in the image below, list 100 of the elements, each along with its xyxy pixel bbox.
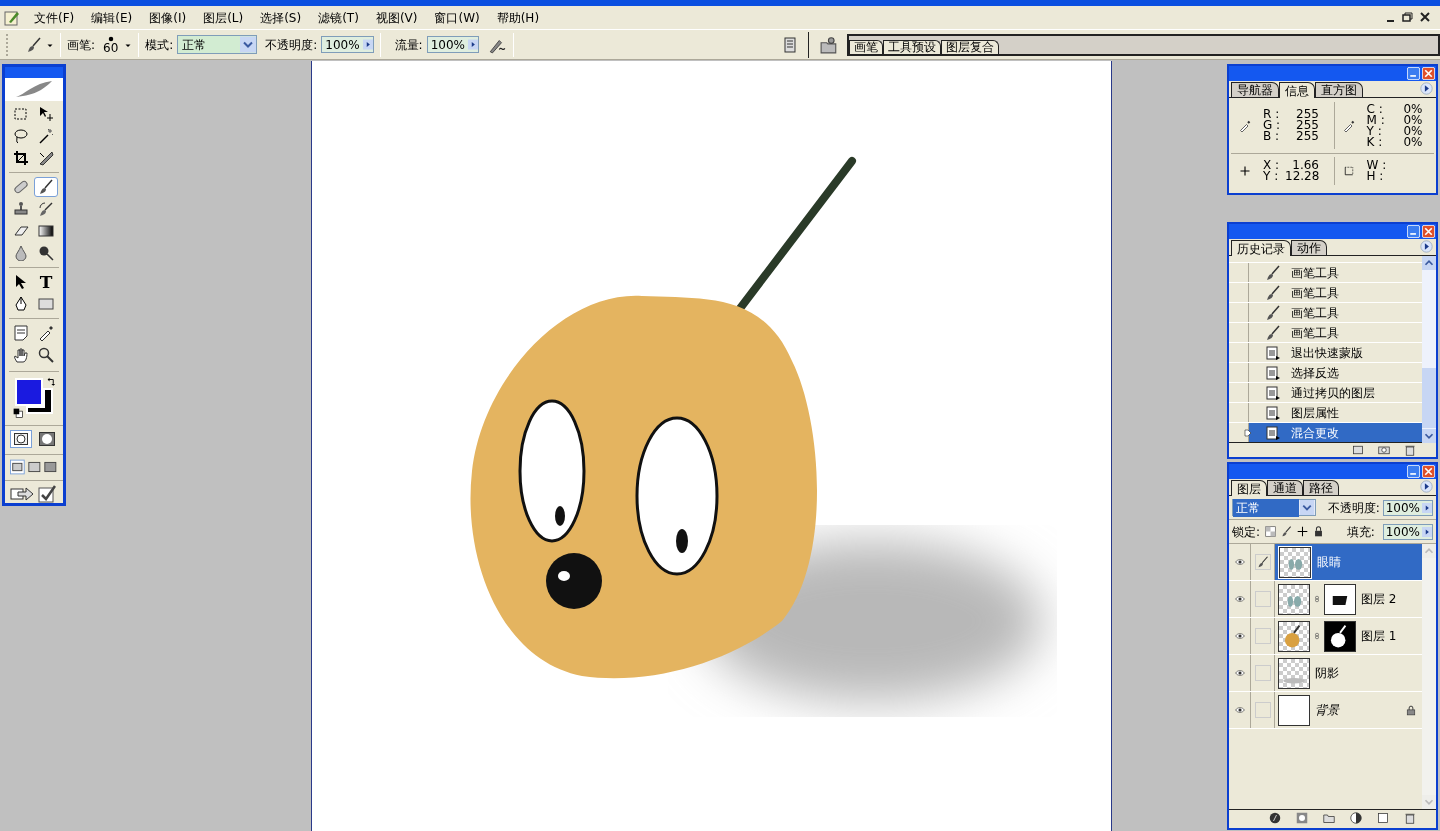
scroll-down-icon[interactable] <box>1422 429 1436 443</box>
default-colors-icon[interactable] <box>13 408 23 418</box>
history-item[interactable]: 退出快速蒙版 <box>1229 342 1422 362</box>
standard-mode-button[interactable] <box>10 430 32 448</box>
new-document-icon[interactable] <box>1352 444 1364 456</box>
checkmark-icon[interactable] <box>38 485 56 503</box>
window-icon[interactable] <box>10 459 25 475</box>
jump-arrow-icon[interactable] <box>10 485 34 503</box>
history-item[interactable]: 画笔工具 <box>1229 282 1422 302</box>
history-item[interactable]: 选择反选 <box>1229 362 1422 382</box>
eye-icon[interactable] <box>1232 594 1247 604</box>
tool-button[interactable]: T <box>34 272 58 292</box>
panel-tab[interactable]: 历史记录 <box>1231 240 1291 256</box>
tool-button[interactable] <box>34 177 58 197</box>
brush-icon <box>1256 556 1269 568</box>
eye-icon[interactable] <box>1232 557 1247 567</box>
panel-menu-icon[interactable] <box>1420 480 1433 493</box>
close-icon[interactable] <box>1418 11 1432 24</box>
history-item[interactable]: 通过拷贝的图层 <box>1229 382 1422 402</box>
scroll-up-icon[interactable] <box>1422 256 1436 270</box>
menu-item[interactable]: 编辑(E) <box>89 8 135 27</box>
brush-tip-icon[interactable] <box>107 35 114 42</box>
layer-row[interactable]: 图层 2 <box>1229 581 1422 618</box>
brush-icon <box>1265 304 1281 321</box>
foreground-color-swatch[interactable] <box>15 378 43 406</box>
checker-lock-icon[interactable] <box>1265 526 1277 537</box>
fill-field[interactable]: 100% <box>1382 523 1433 540</box>
layer-row[interactable]: 阴影 <box>1229 655 1422 692</box>
dotted-corner-icon <box>1342 165 1355 177</box>
trash-icon[interactable] <box>1404 444 1416 456</box>
history-item[interactable]: 画笔工具 <box>1229 262 1422 282</box>
layer-row[interactable]: 背景 <box>1229 692 1422 729</box>
panel-tab[interactable]: 路径 <box>1303 480 1339 495</box>
panel-tab[interactable]: 导航器 <box>1231 82 1279 97</box>
folder-icon[interactable] <box>1323 811 1335 824</box>
scroll-thumb[interactable] <box>1422 368 1436 428</box>
panel-tab[interactable]: 信息 <box>1279 82 1315 98</box>
mask-icon[interactable] <box>1296 811 1308 824</box>
hand-icon <box>13 347 29 363</box>
history-item[interactable]: 混合更改 <box>1229 422 1422 442</box>
window-icon[interactable] <box>43 459 58 475</box>
history-item[interactable]: 画笔工具 <box>1229 322 1422 342</box>
window-icon[interactable] <box>26 459 42 475</box>
menu-item[interactable]: 帮助(H) <box>494 8 542 27</box>
menu-item[interactable]: 视图(V) <box>373 8 420 27</box>
half-circle-icon[interactable] <box>1350 811 1362 824</box>
brush-icon[interactable] <box>1281 526 1293 537</box>
folder-icon[interactable] <box>818 35 839 54</box>
quick-mask-button[interactable] <box>36 430 58 448</box>
new-layer-icon[interactable] <box>1377 811 1389 824</box>
palette-tab[interactable]: 图层复合 <box>940 39 999 54</box>
swap-arrows-icon[interactable] <box>47 377 57 387</box>
brush-icon[interactable] <box>26 36 42 53</box>
move-arrows-icon[interactable] <box>1297 526 1309 537</box>
mode-dropdown[interactable]: 正常 <box>177 35 258 54</box>
eraser-icon <box>13 223 29 239</box>
lock-label: 锁定: <box>1232 523 1261 541</box>
eye-icon[interactable] <box>1232 668 1247 678</box>
fill-label: 填充: <box>1346 523 1375 541</box>
document-icon <box>1265 344 1281 361</box>
blend-mode-dropdown[interactable]: 正常 <box>1232 499 1316 516</box>
panel-menu-icon[interactable] <box>1420 240 1433 253</box>
eyedropper-icon <box>1239 119 1251 132</box>
palette-tab[interactable]: 工具预设 <box>882 39 941 54</box>
restore-icon[interactable] <box>1401 11 1415 24</box>
camera-icon[interactable] <box>1378 444 1390 456</box>
menu-item[interactable]: 图像(I) <box>147 8 189 27</box>
history-item[interactable]: 画笔工具 <box>1229 302 1422 322</box>
opacity-field[interactable]: 100% <box>1382 499 1433 516</box>
flow-label: 流量: <box>394 36 423 54</box>
brush-size: 60 <box>103 41 119 54</box>
flow-field[interactable]: 100% <box>426 36 479 53</box>
stamp-icon <box>13 201 29 217</box>
panel-tab[interactable]: 通道 <box>1267 480 1303 495</box>
layer-row[interactable]: 眼睛 <box>1229 544 1422 581</box>
menu-item[interactable]: 图层(L) <box>201 8 246 27</box>
lock-icon[interactable] <box>1313 526 1325 537</box>
menu-item[interactable]: 文件(F) <box>32 8 77 27</box>
document-icon <box>1265 364 1281 381</box>
opacity-field[interactable]: 100% <box>321 36 374 53</box>
menu-item[interactable]: 窗口(W) <box>432 8 482 27</box>
menu-item[interactable]: 滤镜(T) <box>316 8 361 27</box>
background-color-swatch[interactable] <box>26 388 53 414</box>
palette-icon[interactable] <box>781 36 798 53</box>
eye-icon[interactable] <box>1232 705 1247 715</box>
eyedropper-icon <box>1342 119 1355 132</box>
palette-tab[interactable]: 画笔 <box>848 39 883 54</box>
layer-row[interactable]: 图层 1 <box>1229 618 1422 655</box>
readout-label: W : <box>1366 160 1388 171</box>
menu-item[interactable]: 选择(S) <box>258 8 304 27</box>
layer-style-icon[interactable] <box>1269 811 1281 824</box>
panel-tab[interactable]: 直方图 <box>1315 82 1363 97</box>
layer-name: 阴影 <box>1315 665 1339 682</box>
scrollbar[interactable] <box>1422 256 1436 443</box>
chevron-down-icon <box>240 36 257 53</box>
eye-icon[interactable] <box>1232 631 1247 641</box>
trash-icon[interactable] <box>1404 811 1416 824</box>
panel-tab[interactable]: 动作 <box>1291 240 1327 255</box>
panel-tab[interactable]: 图层 <box>1231 480 1267 496</box>
panel-menu-icon[interactable] <box>1420 82 1433 95</box>
